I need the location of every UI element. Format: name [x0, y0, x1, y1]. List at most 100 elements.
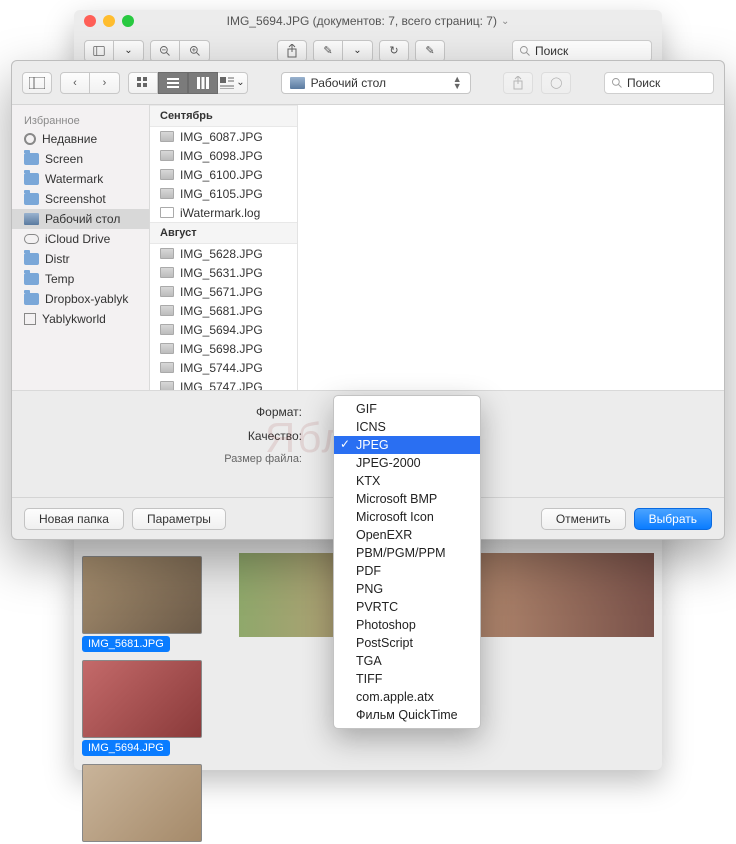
dropdown-item-pvrtc[interactable]: PVRTC — [334, 598, 480, 616]
new-folder-button[interactable]: Новая папка — [24, 508, 124, 530]
file-row[interactable]: IMG_6087.JPG — [150, 127, 297, 146]
sidebar-item-label: iCloud Drive — [45, 232, 110, 246]
file-row[interactable]: IMG_5671.JPG — [150, 282, 297, 301]
params-button[interactable]: Параметры — [132, 508, 226, 530]
path-popup[interactable]: Рабочий стол ▲▼ — [281, 72, 471, 94]
icon-view-button[interactable] — [128, 72, 158, 94]
file-name: IMG_5694.JPG — [180, 323, 263, 337]
dropdown-item-tiff[interactable]: TIFF — [334, 670, 480, 688]
dropdown-item-postscript[interactable]: PostScript — [334, 634, 480, 652]
file-row[interactable]: IMG_5694.JPG — [150, 320, 297, 339]
minimize-icon[interactable] — [103, 15, 115, 27]
file-icon — [160, 131, 174, 142]
dropdown-item-microsoft-bmp[interactable]: Microsoft BMP — [334, 490, 480, 508]
dropdown-item-ktx[interactable]: KTX — [334, 472, 480, 490]
sidebar-item-недавние[interactable]: Недавние — [12, 129, 149, 149]
share-button[interactable] — [277, 40, 307, 62]
folder-icon — [24, 253, 39, 265]
sidebar-item-distr[interactable]: Distr — [12, 249, 149, 269]
thumbnail-item[interactable]: IMG_5681.JPG — [82, 556, 232, 652]
file-row[interactable]: IMG_6105.JPG — [150, 184, 297, 203]
cloud-icon — [24, 234, 39, 244]
sidebar-item-рабочий-стол[interactable]: Рабочий стол — [12, 209, 149, 229]
gallery-view-button[interactable]: ⌄ — [218, 72, 248, 94]
sidebar-item-screenshot[interactable]: Screenshot — [12, 189, 149, 209]
sidebar-item-screen[interactable]: Screen — [12, 149, 149, 169]
sidebar-header: Избранное — [12, 111, 149, 129]
clock-icon — [24, 133, 36, 145]
preview-search[interactable]: Поиск — [512, 40, 652, 62]
file-name: IMG_5681.JPG — [180, 304, 263, 318]
sidebar-item-label: Temp — [45, 272, 74, 286]
file-icon — [160, 305, 174, 316]
file-icon — [160, 267, 174, 278]
dropdown-item-photoshop[interactable]: Photoshop — [334, 616, 480, 634]
file-row[interactable]: IMG_5631.JPG — [150, 263, 297, 282]
dropdown-item-openexr[interactable]: OpenEXR — [334, 526, 480, 544]
sidebar-item-temp[interactable]: Temp — [12, 269, 149, 289]
file-row[interactable]: IMG_6098.JPG — [150, 146, 297, 165]
dropdown-item-tga[interactable]: TGA — [334, 652, 480, 670]
chooser-search[interactable]: Поиск — [604, 72, 714, 94]
file-name: IMG_5744.JPG — [180, 361, 263, 375]
dropdown-item--quicktime[interactable]: Фильм QuickTime — [334, 706, 480, 724]
choose-button[interactable]: Выбрать — [634, 508, 712, 530]
cancel-button[interactable]: Отменить — [541, 508, 626, 530]
highlight-icon[interactable]: ✎ — [313, 40, 343, 62]
file-icon — [160, 169, 174, 180]
sidebar-item-dropbox-yablyk[interactable]: Dropbox-yablyk — [12, 289, 149, 309]
sidebar-item-watermark[interactable]: Watermark — [12, 169, 149, 189]
forward-button[interactable]: › — [90, 72, 120, 94]
file-icon — [160, 362, 174, 373]
dropdown-item-icns[interactable]: ICNS — [334, 418, 480, 436]
thumbnail-image — [82, 660, 202, 738]
thumbnail-item[interactable] — [82, 764, 232, 842]
file-row[interactable]: IMG_5698.JPG — [150, 339, 297, 358]
share-button[interactable] — [503, 72, 533, 94]
back-button[interactable]: ‹ — [60, 72, 90, 94]
sidebar-toggle[interactable]: ⌄ — [84, 40, 144, 62]
zoom-in-icon[interactable] — [180, 40, 210, 62]
folder-icon — [24, 193, 39, 205]
format-dropdown[interactable]: GIFICNSJPEGJPEG-2000KTXMicrosoft BMPMicr… — [333, 395, 481, 729]
markup-toggle[interactable]: ✎ ⌄ — [313, 40, 373, 62]
dropdown-item-gif[interactable]: GIF — [334, 400, 480, 418]
dropdown-item-pdf[interactable]: PDF — [334, 562, 480, 580]
file-row[interactable]: IMG_5628.JPG — [150, 244, 297, 263]
search-placeholder: Поиск — [627, 76, 660, 90]
dropdown-item-jpeg-2000[interactable]: JPEG-2000 — [334, 454, 480, 472]
dropdown-item-microsoft-icon[interactable]: Microsoft Icon — [334, 508, 480, 526]
sidebar-item-icloud-drive[interactable]: iCloud Drive — [12, 229, 149, 249]
format-label: Формат: — [12, 405, 312, 419]
markup-button[interactable]: ✎ — [415, 40, 445, 62]
nav-buttons[interactable]: ‹ › — [60, 72, 120, 94]
chevron-down-icon[interactable]: ⌄ — [343, 40, 373, 62]
view-mode-segment[interactable]: ⌄ — [128, 72, 248, 94]
zoom-controls[interactable] — [150, 40, 210, 62]
zoom-out-icon[interactable] — [150, 40, 180, 62]
list-view-button[interactable] — [158, 72, 188, 94]
file-row[interactable]: iWatermark.log — [150, 203, 297, 222]
file-row[interactable]: IMG_5744.JPG — [150, 358, 297, 377]
file-row[interactable]: IMG_5747.JPG — [150, 377, 297, 390]
zoom-icon[interactable] — [122, 15, 134, 27]
rotate-button[interactable]: ↻ — [379, 40, 409, 62]
traffic-lights[interactable] — [84, 15, 134, 27]
sidebar-item-yablykworld[interactable]: Yablykworld — [12, 309, 149, 329]
thumbnail-item[interactable]: IMG_5694.JPG — [82, 660, 232, 756]
dropdown-item-png[interactable]: PNG — [334, 580, 480, 598]
close-icon[interactable] — [84, 15, 96, 27]
thumbnail-image — [82, 556, 202, 634]
column-view-button[interactable] — [188, 72, 218, 94]
file-name: IMG_5698.JPG — [180, 342, 263, 356]
tags-button[interactable]: ◯ — [541, 72, 571, 94]
dropdown-item-com-apple-atx[interactable]: com.apple.atx — [334, 688, 480, 706]
sidebar-toggle-button[interactable] — [22, 72, 52, 94]
file-icon — [160, 343, 174, 354]
dropdown-item-jpeg[interactable]: JPEG — [334, 436, 480, 454]
file-row[interactable]: IMG_5681.JPG — [150, 301, 297, 320]
dropdown-item-pbm-pgm-ppm[interactable]: PBM/PGM/PPM — [334, 544, 480, 562]
sidebar-item-label: Screen — [45, 152, 83, 166]
chevron-down-icon[interactable]: ⌄ — [501, 16, 509, 27]
file-row[interactable]: IMG_6100.JPG — [150, 165, 297, 184]
